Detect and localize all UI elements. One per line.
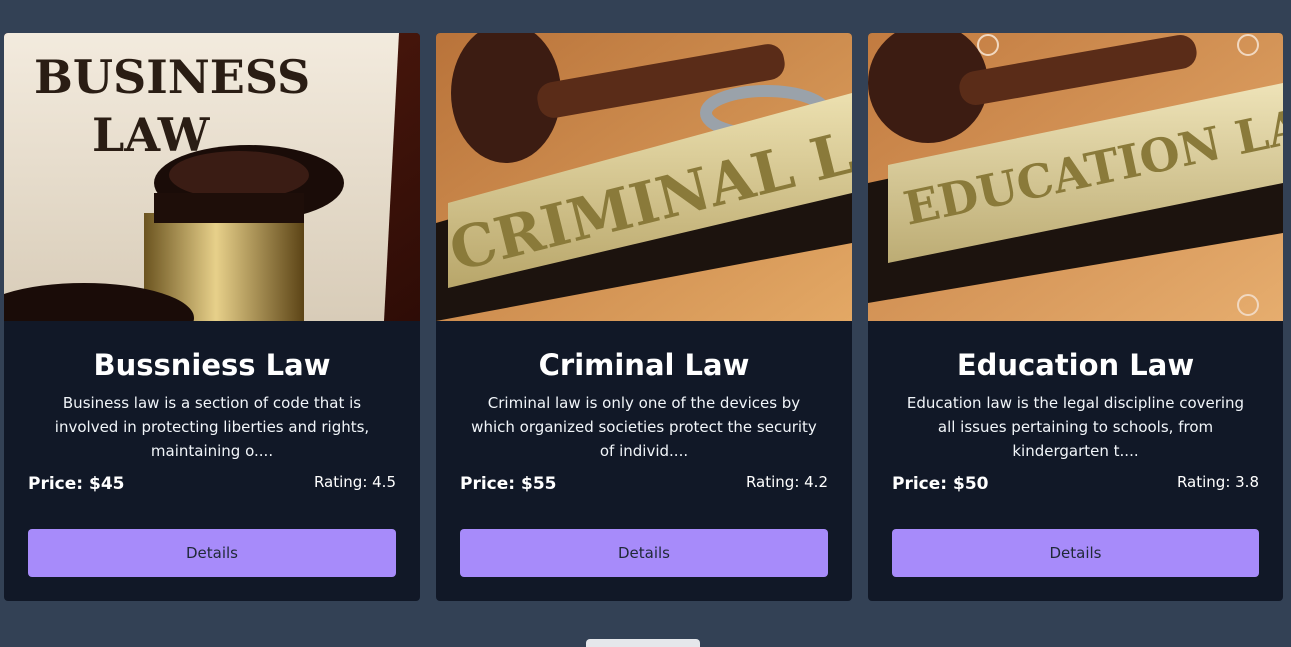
rating-label: Rating: 4.2 bbox=[745, 473, 828, 491]
svg-text:BUSINESS: BUSINESS bbox=[34, 50, 310, 104]
card-title: Criminal Law bbox=[538, 348, 750, 382]
details-button[interactable]: Details bbox=[892, 529, 1259, 577]
rating-label: Rating: 4.5 bbox=[313, 473, 396, 491]
card-description: Criminal law is only one of the devices … bbox=[471, 394, 817, 460]
card-description: Business law is a section of code that i… bbox=[54, 394, 370, 460]
service-card-education-law: EDUCATION LA Education Law Education law… bbox=[868, 33, 1283, 601]
service-card-business-law: BUSINESS LAW Bussniess Law Business law … bbox=[4, 33, 420, 601]
see-all-button-edge[interactable] bbox=[586, 639, 700, 647]
card-meta: Price: $50 Rating: 3.8 bbox=[892, 473, 1259, 494]
card-meta: Price: $55 Rating: 4.2 bbox=[460, 473, 828, 494]
criminal-law-image: CRIMINAL LA bbox=[436, 33, 852, 321]
service-card-criminal-law: CRIMINAL LA Criminal Law Criminal law is… bbox=[436, 33, 852, 601]
services-grid: BUSINESS LAW Bussniess Law Business law … bbox=[4, 33, 1283, 601]
price-label: Price: $55 bbox=[460, 474, 557, 494]
price-label: Price: $50 bbox=[892, 474, 989, 494]
details-button[interactable]: Details bbox=[460, 529, 828, 577]
card-title: Bussniess Law bbox=[93, 348, 331, 382]
rating-label: Rating: 3.8 bbox=[1176, 473, 1259, 491]
business-law-image: BUSINESS LAW bbox=[4, 33, 420, 321]
education-law-image: EDUCATION LA bbox=[868, 33, 1283, 321]
card-meta: Price: $45 Rating: 4.5 bbox=[28, 473, 396, 494]
price-label: Price: $45 bbox=[28, 474, 125, 494]
details-button[interactable]: Details bbox=[28, 529, 396, 577]
card-description: Education law is the legal discipline co… bbox=[906, 394, 1245, 460]
card-title: Education Law bbox=[956, 348, 1195, 382]
